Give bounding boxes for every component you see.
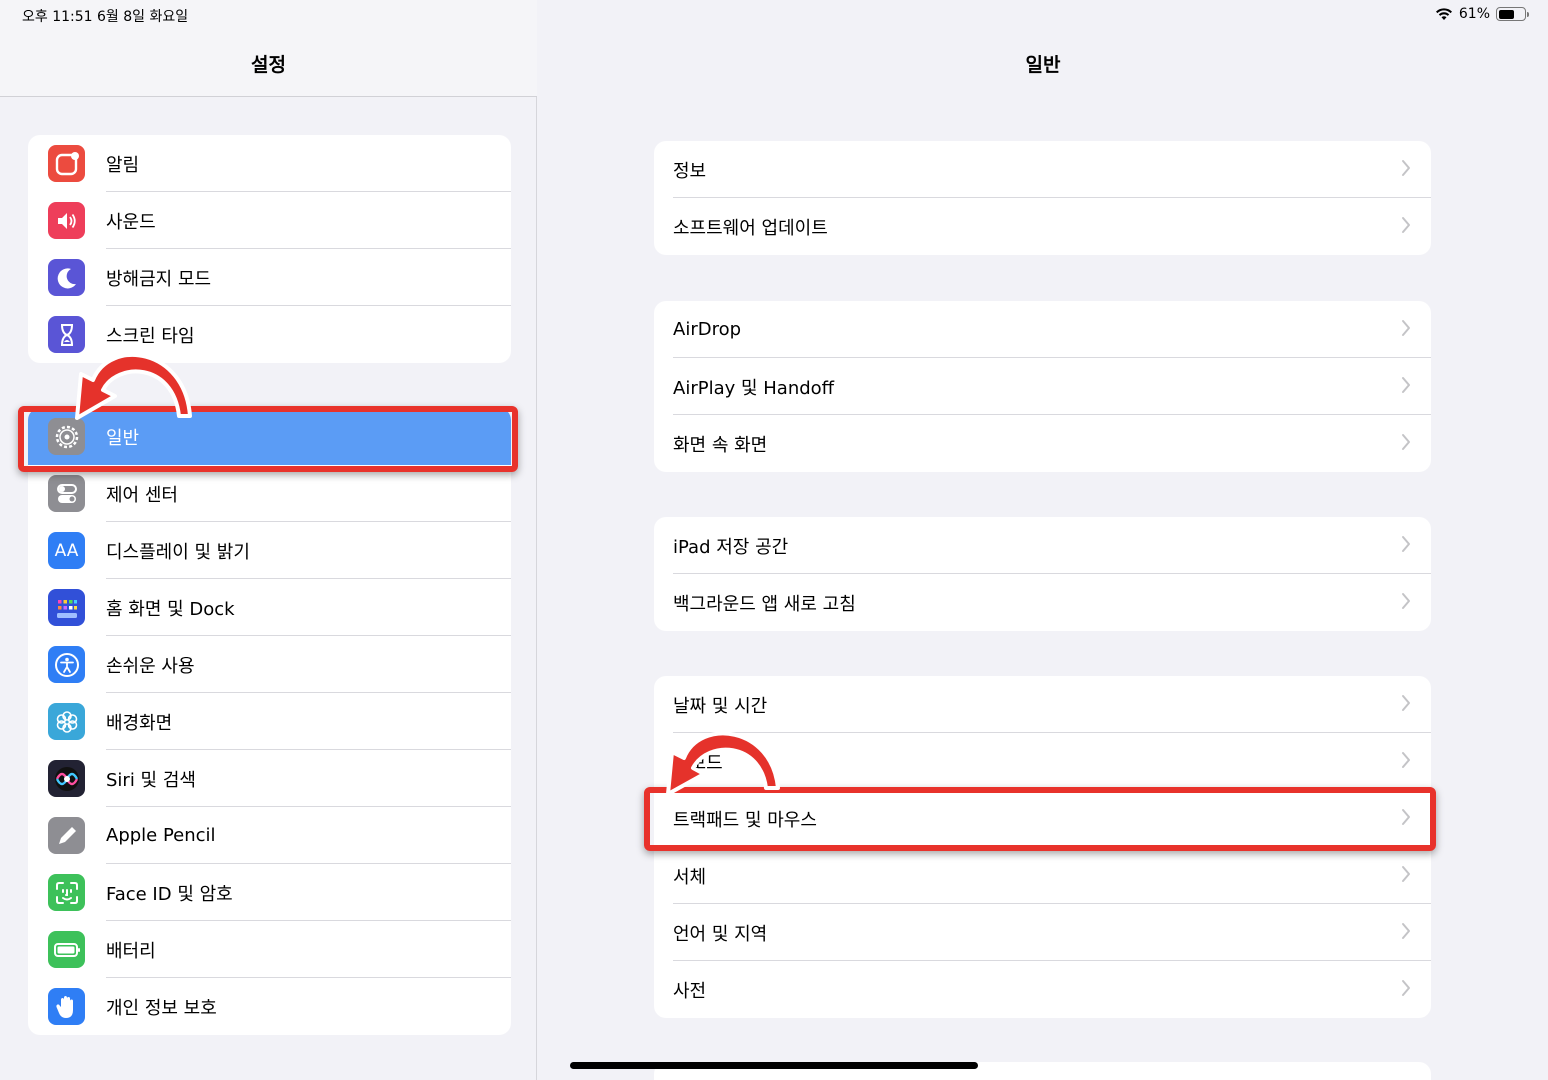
chevron-right-icon — [1402, 752, 1410, 768]
wifi-icon — [1435, 8, 1452, 20]
general-item-group3-0[interactable]: iPad 저장 공간 — [654, 517, 1431, 574]
general-item-label: 서체 — [673, 866, 707, 888]
battery-percent: 61% — [1458, 6, 1490, 22]
sidebar-title: 설정 — [251, 54, 286, 76]
detail-title: 일반 — [1025, 54, 1061, 76]
sidebar-item-battery[interactable]: 배터리 — [28, 921, 511, 978]
sidebar-group-1: 알림 사운드 방해금지 모드 스크린 타임 — [28, 135, 511, 363]
general-item-label: iPad 저장 공간 — [673, 536, 789, 558]
annotation-arrow-2 — [666, 731, 780, 796]
battery-icon — [1496, 7, 1529, 21]
chevron-right-icon — [1402, 377, 1410, 393]
sidebar-item-label: 방해금지 모드 — [106, 268, 212, 290]
general-item-label: 백그라운드 앱 새로 고침 — [673, 593, 856, 615]
general-group-1: 정보소프트웨어 업데이트 — [654, 141, 1431, 255]
face-id-icon — [48, 874, 85, 911]
sound-icon — [48, 202, 85, 239]
moon-icon — [48, 259, 85, 296]
sidebar-item-face-id[interactable]: Face ID 및 암호 — [28, 864, 511, 921]
accessibility-icon — [48, 646, 85, 683]
home-screen-icon — [48, 589, 85, 626]
chevron-right-icon — [1402, 866, 1410, 882]
status-bar: 오후 11:51 6월 8일 화요일 61% — [0, 0, 1548, 30]
general-item-group2-0[interactable]: AirDrop — [654, 301, 1431, 358]
toggles-icon — [48, 475, 85, 512]
sidebar-item-label: 알림 — [106, 154, 140, 176]
chevron-right-icon — [1402, 593, 1410, 609]
chevron-right-icon — [1402, 536, 1410, 552]
battery-fill — [1498, 9, 1514, 19]
general-item-group4-3[interactable]: 서체 — [654, 847, 1431, 904]
chevron-right-icon — [1402, 160, 1410, 176]
sidebar-item-display[interactable]: AA 디스플레이 및 밝기 — [28, 522, 511, 579]
pencil-icon — [48, 817, 85, 854]
hand-icon — [48, 988, 85, 1025]
display-icon: AA — [48, 532, 85, 569]
sidebar: 설정 알림 사운드 방해금지 모드 스크린 타임 일반 제어 센터 AA 디스플레이 및 밝… — [0, 0, 537, 1080]
sidebar-item-label: 개인 정보 보호 — [106, 997, 217, 1019]
siri-icon — [48, 760, 85, 797]
battery-icon — [48, 931, 85, 968]
general-item-group2-1[interactable]: AirPlay 및 Handoff — [654, 358, 1431, 415]
general-item-label: AirDrop — [673, 319, 742, 340]
sidebar-item-label: 손쉬운 사용 — [106, 655, 195, 677]
sidebar-item-label: 배경화면 — [106, 712, 173, 734]
sidebar-item-hand[interactable]: 개인 정보 보호 — [28, 978, 511, 1035]
home-indicator — [570, 1062, 978, 1069]
chevron-right-icon — [1402, 695, 1410, 711]
chevron-right-icon — [1402, 923, 1410, 939]
general-item-label: 정보 — [673, 160, 707, 182]
general-item-group2-2[interactable]: 화면 속 화면 — [654, 415, 1431, 472]
sidebar-item-label: 제어 센터 — [106, 484, 178, 506]
sidebar-item-toggles[interactable]: 제어 센터 — [28, 465, 511, 522]
general-item-group1-1[interactable]: 소프트웨어 업데이트 — [654, 198, 1431, 255]
sidebar-item-accessibility[interactable]: 손쉬운 사용 — [28, 636, 511, 693]
general-item-group4-5[interactable]: 사전 — [654, 961, 1431, 1018]
notifications-icon — [48, 145, 85, 182]
sidebar-item-moon[interactable]: 방해금지 모드 — [28, 249, 511, 306]
general-item-label: 소프트웨어 업데이트 — [673, 217, 828, 239]
general-item-label: AirPlay 및 Handoff — [673, 377, 835, 399]
chevron-right-icon — [1402, 434, 1410, 450]
sidebar-item-label: 사운드 — [106, 211, 156, 233]
wallpaper-icon — [48, 703, 85, 740]
sidebar-item-notifications[interactable]: 알림 — [28, 135, 511, 192]
sidebar-item-label: 홈 화면 및 Dock — [106, 598, 235, 620]
general-item-label: 날짜 및 시간 — [673, 695, 768, 717]
sidebar-item-wallpaper[interactable]: 배경화면 — [28, 693, 511, 750]
sidebar-item-label: 배터리 — [106, 940, 156, 962]
chevron-right-icon — [1402, 217, 1410, 233]
general-item-label: 사전 — [673, 980, 707, 1002]
sidebar-item-siri[interactable]: Siri 및 검색 — [28, 750, 511, 807]
sidebar-group-2: 일반 제어 센터 AA 디스플레이 및 밝기 홈 화면 및 Dock 손쉬운 사용 배경화면… — [28, 408, 511, 1035]
annotation-arrow-1 — [75, 353, 192, 420]
detail-pane: 일반 정보소프트웨어 업데이트 AirDrop AirPlay 및 Handoff… — [538, 0, 1548, 1080]
sidebar-item-pencil[interactable]: Apple Pencil — [28, 807, 511, 864]
sidebar-item-sound[interactable]: 사운드 — [28, 192, 511, 249]
status-time: 오후 11:51 6월 8일 화요일 — [22, 9, 189, 25]
general-item-label: 언어 및 지역 — [673, 923, 768, 945]
general-group-2: AirDrop AirPlay 및 Handoff 화면 속 화면 — [654, 301, 1431, 472]
sidebar-item-label: Siri 및 검색 — [106, 769, 196, 791]
general-item-group4-4[interactable]: 언어 및 지역 — [654, 904, 1431, 961]
sidebar-item-home-screen[interactable]: 홈 화면 및 Dock — [28, 579, 511, 636]
sidebar-item-label: 디스플레이 및 밝기 — [106, 541, 250, 563]
general-group-3: iPad 저장 공간백그라운드 앱 새로 고침 — [654, 517, 1431, 631]
general-item-group3-1[interactable]: 백그라운드 앱 새로 고침 — [654, 574, 1431, 631]
general-item-label: 화면 속 화면 — [673, 434, 768, 456]
sidebar-item-label: Apple Pencil — [106, 825, 216, 846]
general-item-group1-0[interactable]: 정보 — [654, 141, 1431, 198]
chevron-right-icon — [1402, 320, 1410, 336]
chevron-right-icon — [1402, 980, 1410, 996]
sidebar-item-label: Face ID 및 암호 — [106, 883, 233, 905]
status-right: 61% — [1435, 6, 1529, 22]
